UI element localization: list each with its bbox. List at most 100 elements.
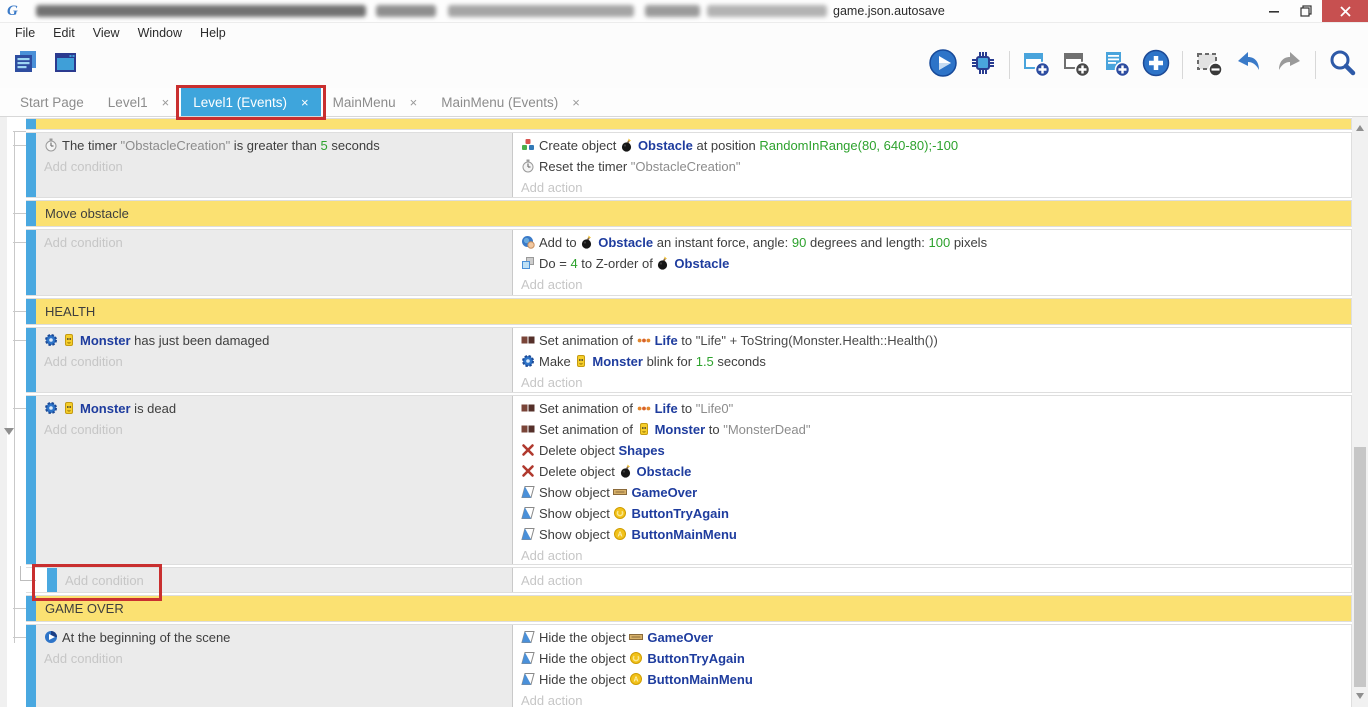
tab-close-icon[interactable]: × [410, 95, 418, 110]
event-row[interactable]: Monster has just been damaged Add conditi… [26, 327, 1352, 393]
debug-button[interactable] [965, 46, 1001, 84]
add-action-button[interactable]: Add action [521, 179, 1351, 196]
scrollbar-thumb[interactable] [1354, 447, 1366, 687]
condition[interactable]: At the beginning of the scene [44, 629, 512, 646]
event-row[interactable]: At the beginning of the scene Add conditi… [26, 624, 1352, 707]
action[interactable]: Delete object Shapes [521, 442, 1351, 459]
restore-button[interactable] [1290, 0, 1322, 22]
action[interactable]: Add to Obstacle an instant force, angle:… [521, 234, 1351, 251]
redo-button[interactable] [1271, 46, 1307, 84]
actions-column[interactable]: Hide the object GameOver Hide the object … [513, 625, 1351, 707]
event-handle[interactable] [26, 328, 36, 392]
comment-row[interactable]: GAME OVER [26, 595, 1352, 622]
action[interactable]: Make Monster blink for 1.5 seconds [521, 353, 1351, 370]
vertical-scrollbar[interactable] [1352, 117, 1368, 707]
action[interactable]: Show object AButtonMainMenu [521, 526, 1351, 543]
tab-close-icon[interactable]: × [301, 95, 309, 110]
action[interactable]: Delete object Obstacle [521, 463, 1351, 480]
menu-edit[interactable]: Edit [44, 26, 84, 40]
scene-editor-button[interactable] [48, 46, 84, 84]
scroll-up-arrow-icon[interactable] [1356, 125, 1364, 131]
event-handle[interactable] [26, 201, 36, 226]
actions-column[interactable]: Set animation of Life to "Life" + ToStri… [513, 328, 1351, 392]
remove-selection-button[interactable] [1191, 46, 1227, 84]
event-handle[interactable] [26, 596, 36, 621]
project-manager-button[interactable] [8, 46, 44, 84]
event-handle[interactable] [26, 133, 36, 197]
add-element-button[interactable] [1138, 46, 1174, 84]
tab-mainmenu[interactable]: MainMenu× [321, 88, 430, 116]
condition[interactable]: Monster is dead [44, 400, 512, 417]
add-condition-button[interactable]: Add condition [44, 650, 512, 667]
add-action-button[interactable]: Add action [521, 547, 1351, 564]
tab-start-page[interactable]: Start Page [8, 88, 96, 116]
conditions-column[interactable]: Monster has just been damaged Add conditi… [36, 328, 513, 392]
action[interactable]: Reset the timer "ObstacleCreation" [521, 158, 1351, 175]
event-handle[interactable] [26, 625, 36, 707]
conditions-column[interactable]: At the beginning of the scene Add conditi… [36, 625, 513, 707]
action[interactable]: Set animation of Life to "Life0" [521, 400, 1351, 417]
actions-column[interactable]: Add to Obstacle an instant force, angle:… [513, 230, 1351, 295]
instruction-text: RandomInRange(80, 640-80);-100 [759, 138, 958, 153]
close-button[interactable] [1322, 0, 1368, 22]
event-handle[interactable] [47, 568, 57, 592]
add-action-button[interactable]: Add action [521, 374, 1351, 391]
event-handle[interactable] [26, 396, 36, 564]
action[interactable]: Show object GameOver [521, 484, 1351, 501]
action[interactable]: Create object Obstacle at position Rando… [521, 137, 1351, 154]
action[interactable]: Set animation of Monster to "MonsterDead… [521, 421, 1351, 438]
add-condition-button[interactable]: Add condition [44, 158, 512, 175]
menu-help[interactable]: Help [191, 26, 235, 40]
comment-row[interactable]: HEALTH [26, 298, 1352, 325]
comment-row[interactable]: Move obstacle [26, 200, 1352, 227]
add-comment-button[interactable] [1098, 46, 1134, 84]
add-condition-button[interactable]: Add condition [44, 353, 512, 370]
add-subevent-icon [1061, 48, 1091, 83]
comment-row-partial[interactable] [26, 118, 1352, 130]
collapse-arrow-icon[interactable] [4, 428, 14, 435]
sub-event-row[interactable]: Add condition Add action [26, 567, 1352, 593]
scroll-down-arrow-icon[interactable] [1356, 693, 1364, 699]
event-handle[interactable] [26, 230, 36, 295]
search-button[interactable] [1324, 46, 1360, 84]
actions-column[interactable]: Add action [513, 568, 1351, 592]
add-subevent-button[interactable] [1058, 46, 1094, 84]
action[interactable]: Hide the object ButtonTryAgain [521, 650, 1351, 667]
actions-column[interactable]: Create object Obstacle at position Rando… [513, 133, 1351, 197]
event-row[interactable]: Add condition Add to Obstacle an instant … [26, 229, 1352, 296]
add-condition-button[interactable]: Add condition [65, 572, 512, 589]
conditions-column[interactable]: Add condition [57, 568, 513, 592]
add-action-button[interactable]: Add action [521, 572, 1351, 589]
menu-window[interactable]: Window [129, 26, 191, 40]
conditions-column[interactable]: Monster is dead Add condition [36, 396, 513, 564]
menu-view[interactable]: View [84, 26, 129, 40]
event-row[interactable]: The timer "ObstacleCreation" is greater … [26, 132, 1352, 198]
event-row[interactable]: Monster is deadAdd conditionSet animatio… [26, 395, 1352, 565]
add-action-button[interactable]: Add action [521, 276, 1351, 293]
menu-file[interactable]: File [6, 26, 44, 40]
minimize-button[interactable] [1258, 0, 1290, 22]
action[interactable]: Show object ButtonTryAgain [521, 505, 1351, 522]
tab-mainmenu-events[interactable]: MainMenu (Events)× [429, 88, 592, 116]
tab-level1[interactable]: Level1× [96, 88, 181, 116]
event-handle[interactable] [26, 299, 36, 324]
instruction-text: has just been damaged [131, 333, 270, 348]
action[interactable]: Do = 4 to Z-order of Obstacle [521, 255, 1351, 272]
tab-close-icon[interactable]: × [162, 95, 170, 110]
action[interactable]: Hide the object GameOver [521, 629, 1351, 646]
action[interactable]: Set animation of Life to "Life" + ToStri… [521, 332, 1351, 349]
actions-column[interactable]: Set animation of Life to "Life0" Set anim… [513, 396, 1351, 564]
conditions-column[interactable]: Add condition [36, 230, 513, 295]
condition[interactable]: The timer "ObstacleCreation" is greater … [44, 137, 512, 154]
add-condition-button[interactable]: Add condition [44, 234, 512, 251]
add-condition-button[interactable]: Add condition [44, 421, 512, 438]
tab-level1-events[interactable]: Level1 (Events)× [181, 88, 320, 116]
undo-button[interactable] [1231, 46, 1267, 84]
tab-close-icon[interactable]: × [572, 95, 580, 110]
action[interactable]: Hide the object AButtonMainMenu [521, 671, 1351, 688]
play-button[interactable] [925, 46, 961, 84]
conditions-column[interactable]: The timer "ObstacleCreation" is greater … [36, 133, 513, 197]
event-handle[interactable] [26, 119, 36, 129]
add-event-button[interactable] [1018, 46, 1054, 84]
condition[interactable]: Monster has just been damaged [44, 332, 512, 349]
